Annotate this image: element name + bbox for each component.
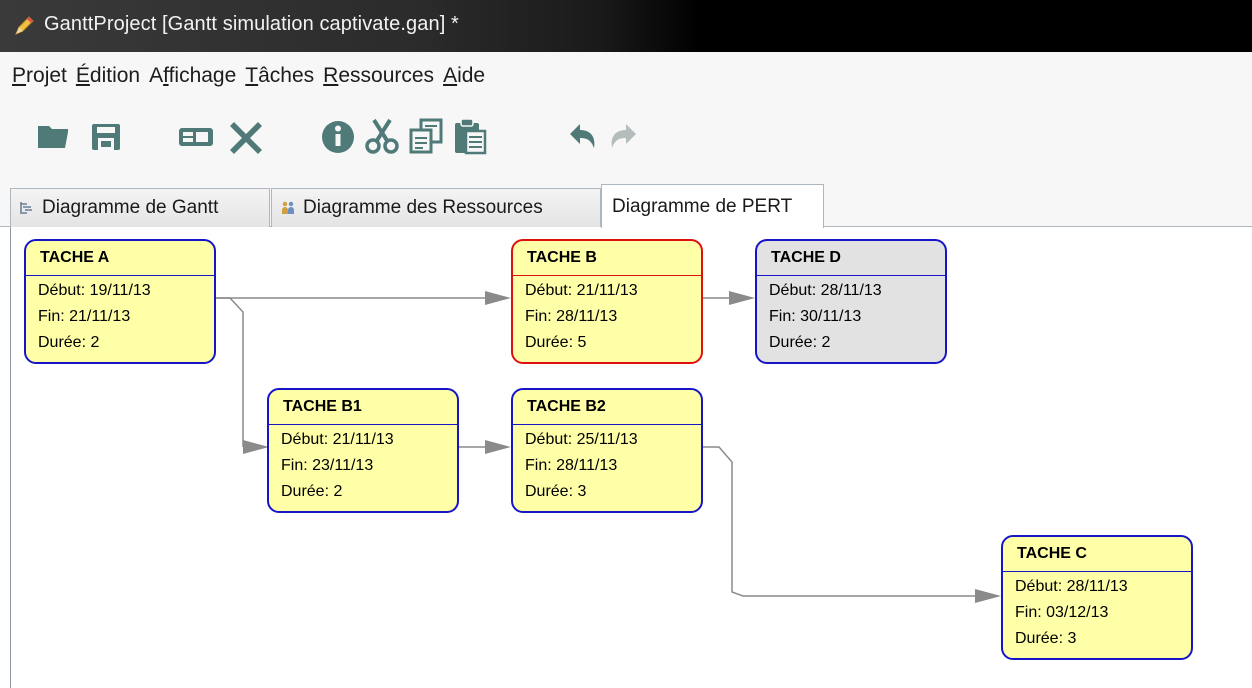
menu-label-prefix: A	[149, 64, 164, 87]
arrow-head	[729, 291, 755, 305]
save-icon[interactable]	[86, 116, 126, 156]
node-duration: Durée: 3	[1015, 630, 1077, 647]
node-duration: Durée: 2	[281, 483, 343, 500]
node-title: TACHE B2	[513, 390, 701, 425]
node-duration: Durée: 2	[38, 334, 100, 351]
pert-node-tache-d[interactable]: TACHE D Début: 28/11/13 Fin: 30/11/13 Du…	[755, 239, 947, 364]
menu-mnemonic: É	[75, 64, 90, 87]
pert-node-tache-b1[interactable]: TACHE B1 Début: 21/11/13 Fin: 23/11/13 D…	[267, 388, 459, 513]
node-duration: Durée: 2	[769, 334, 831, 351]
node-start-date: Début: 21/11/13	[281, 431, 394, 448]
resources-icon	[282, 201, 294, 214]
task-properties-icon[interactable]	[176, 116, 216, 156]
tab-gantt[interactable]: Diagramme de Gantt	[10, 188, 270, 227]
link-b2-c	[703, 446, 975, 597]
arrow-head	[243, 440, 269, 454]
tab-pert[interactable]: Diagramme de PERT	[601, 184, 824, 228]
window-title: GanttProject [Gantt simulation captivate…	[44, 13, 459, 35]
node-end-date: Fin: 21/11/13	[38, 308, 131, 325]
menu-label: ide	[457, 64, 486, 87]
node-start-date: Début: 21/11/13	[525, 282, 638, 299]
pert-node-tache-b[interactable]: TACHE B Début: 21/11/13 Fin: 28/11/13 Du…	[511, 239, 703, 364]
pert-node-tache-c[interactable]: TACHE C Début: 28/11/13 Fin: 03/12/13 Du…	[1001, 535, 1193, 660]
delete-icon[interactable]	[226, 116, 266, 156]
node-start-date: Début: 25/11/13	[525, 431, 638, 448]
tab-label: Diagramme de Gantt	[42, 197, 219, 218]
node-end-date: Fin: 30/11/13	[769, 308, 862, 325]
paste-icon[interactable]	[450, 116, 490, 156]
node-title: TACHE D	[757, 241, 945, 276]
menu-mnemonic: T	[245, 64, 259, 87]
gantt-chart-icon	[20, 202, 32, 214]
toolbar	[0, 100, 1252, 182]
menu-aide[interactable]: Aide	[443, 64, 485, 88]
tab-label: Diagramme de PERT	[612, 195, 793, 217]
menu-label: âches	[258, 64, 315, 87]
node-start-date: Début: 28/11/13	[1015, 578, 1128, 595]
open-folder-icon[interactable]	[34, 116, 74, 156]
link-a-b1	[215, 297, 244, 447]
menu-label: rojet	[26, 64, 67, 87]
menu-bar: Projet Édition Affichage Tâches Ressourc…	[0, 52, 1252, 100]
pert-node-tache-b2[interactable]: TACHE B2 Début: 25/11/13 Fin: 28/11/13 D…	[511, 388, 703, 513]
node-start-date: Début: 28/11/13	[769, 282, 882, 299]
undo-icon[interactable]	[562, 116, 602, 156]
node-title: TACHE B1	[269, 390, 457, 425]
info-icon[interactable]	[318, 116, 358, 156]
node-title: TACHE A	[26, 241, 214, 276]
menu-label: dition	[89, 64, 141, 87]
menu-mnemonic: R	[323, 64, 339, 87]
node-start-date: Début: 19/11/13	[38, 282, 151, 299]
copy-icon[interactable]	[406, 116, 446, 156]
menu-label: essources	[338, 64, 435, 87]
node-end-date: Fin: 28/11/13	[525, 457, 618, 474]
window-title-bar: GanttProject [Gantt simulation captivate…	[0, 0, 1252, 52]
menu-edition[interactable]: Édition	[76, 64, 140, 88]
menu-projet[interactable]: Projet	[12, 64, 67, 88]
menu-label: fichage	[168, 64, 237, 87]
pert-chart-canvas[interactable]: TACHE A Début: 19/11/13 Fin: 21/11/13 Du…	[10, 227, 1252, 688]
node-duration: Durée: 5	[525, 334, 587, 351]
redo-icon[interactable]	[604, 116, 644, 156]
tab-label: Diagramme des Ressources	[303, 197, 543, 218]
node-title: TACHE C	[1003, 537, 1191, 572]
menu-mnemonic: P	[12, 64, 27, 87]
node-end-date: Fin: 28/11/13	[525, 308, 618, 325]
ganttproject-app-icon	[15, 16, 34, 35]
pert-node-tache-a[interactable]: TACHE A Début: 19/11/13 Fin: 21/11/13 Du…	[24, 239, 216, 364]
arrow-head	[975, 589, 1001, 603]
cut-icon[interactable]	[362, 116, 402, 156]
tab-strip: Diagramme de Gantt Diagramme des Ressour…	[0, 182, 1252, 228]
node-duration: Durée: 3	[525, 483, 587, 500]
node-end-date: Fin: 23/11/13	[281, 457, 374, 474]
node-title: TACHE B	[513, 241, 701, 276]
arrow-head	[485, 291, 511, 305]
node-end-date: Fin: 03/12/13	[1015, 604, 1109, 621]
menu-taches[interactable]: Tâches	[245, 64, 314, 88]
menu-ressources[interactable]: Ressources	[323, 64, 434, 88]
menu-affichage[interactable]: Affichage	[149, 64, 236, 88]
tab-resources[interactable]: Diagramme des Ressources	[271, 188, 601, 227]
arrow-head	[485, 440, 511, 454]
menu-mnemonic: A	[443, 64, 458, 87]
